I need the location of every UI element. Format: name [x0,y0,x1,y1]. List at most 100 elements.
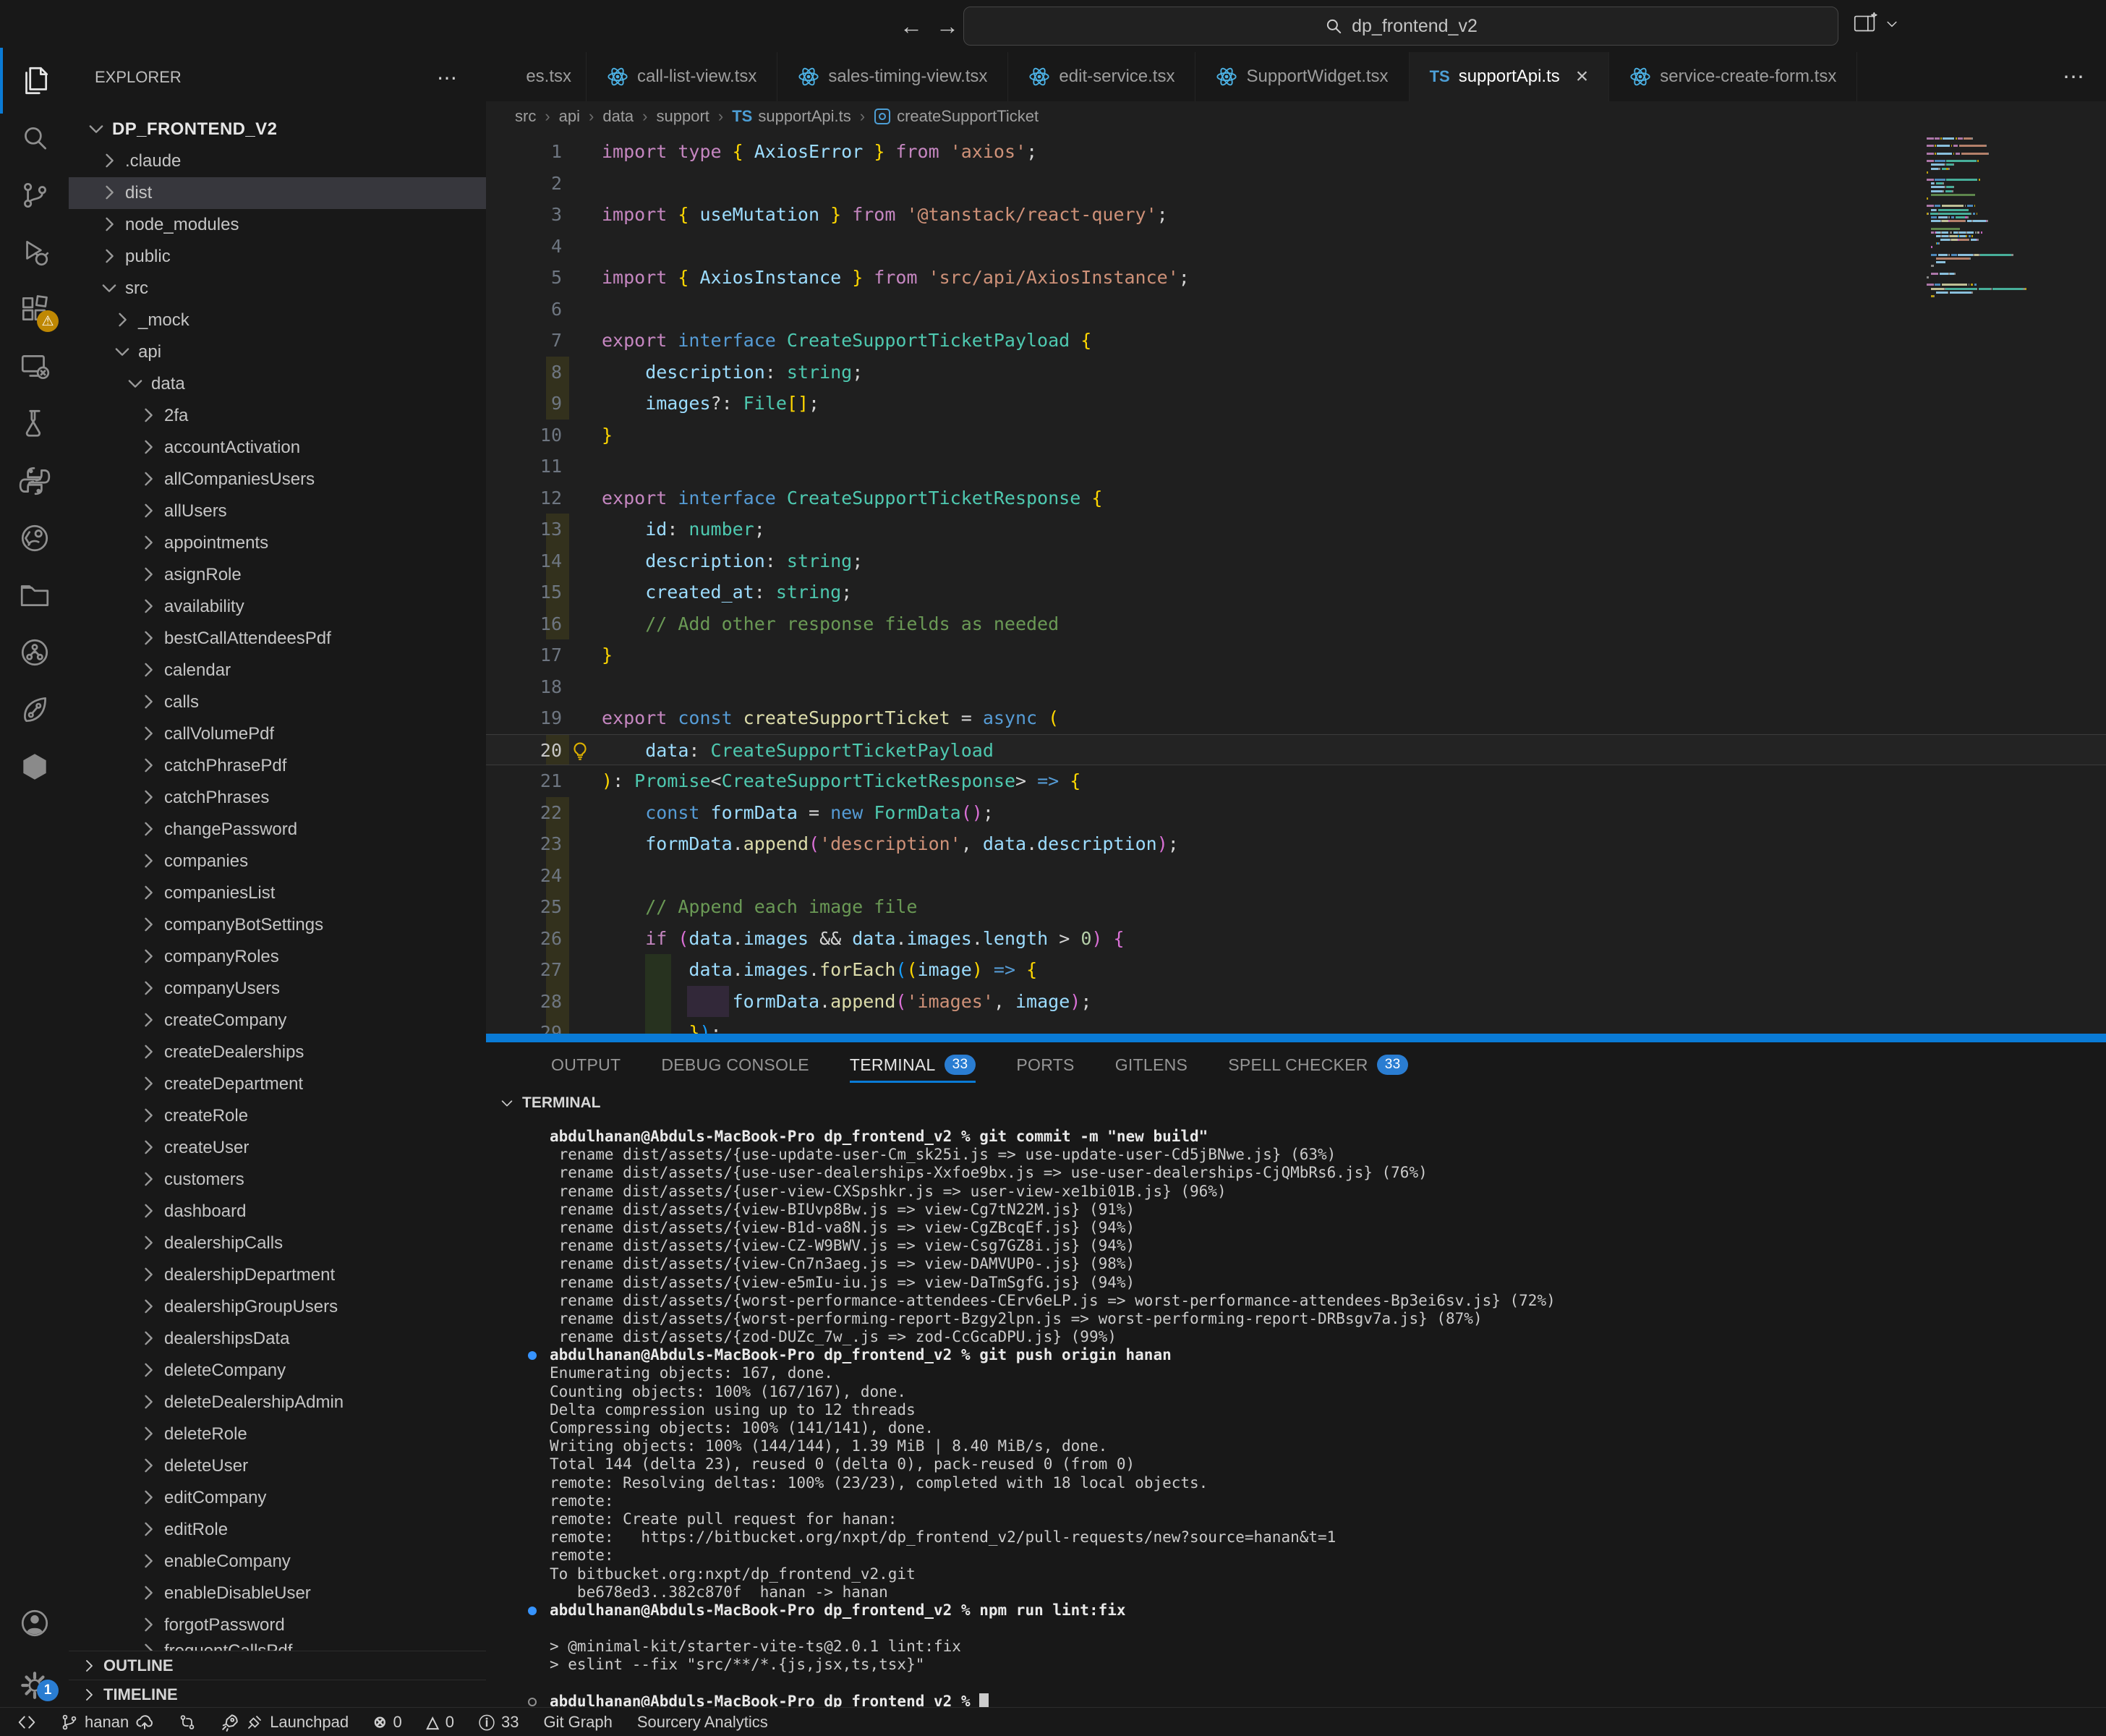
tree-item-asignRole[interactable]: asignRole [69,559,486,591]
command-decoration-dot[interactable] [528,1698,537,1706]
tree-item-companyUsers[interactable]: companyUsers [69,973,486,1005]
testing-icon[interactable] [0,395,69,452]
tree-item-createRole[interactable]: createRole [69,1100,486,1132]
tree-item-companyBotSettings[interactable]: companyBotSettings [69,909,486,941]
tree-item-createDepartment[interactable]: createDepartment [69,1068,486,1100]
breadcrumb-item-createSupportTicket[interactable]: createSupportTicket [874,107,1039,126]
tree-item-api[interactable]: api [69,336,486,368]
tree-item-.claude[interactable]: .claude [69,145,486,177]
breadcrumb-item-supportApi.ts[interactable]: TSsupportApi.ts [732,107,851,126]
breadcrumb-item-api[interactable]: api [559,107,580,126]
panel-tab-terminal[interactable]: TERMINAL33 [850,1042,976,1087]
command-center-search[interactable]: dp_frontend_v2 [963,7,1838,46]
tree-item-dealershipCalls[interactable]: dealershipCalls [69,1227,486,1259]
nav-forward-button[interactable]: → [932,10,963,42]
tree-item-deleteRole[interactable]: deleteRole [69,1418,486,1450]
status-launchpad[interactable]: Launchpad [221,1713,349,1732]
panel-resize-sash[interactable] [486,1034,2106,1042]
status-sourcery-analytics[interactable]: Sourcery Analytics [637,1713,768,1732]
extensions-icon[interactable]: ⚠ [0,281,69,338]
tree-item-dealershipDepartment[interactable]: dealershipDepartment [69,1259,486,1291]
tree-item-editCompany[interactable]: editCompany [69,1482,486,1514]
terminal-section-header[interactable]: TERMINAL [486,1087,2106,1119]
tree-item-createUser[interactable]: createUser [69,1132,486,1164]
repo-icon[interactable] [0,624,69,681]
python-icon[interactable] [0,452,69,509]
tree-item-forgotPassword[interactable]: forgotPassword [69,1609,486,1641]
explorer-more-actions-button[interactable]: ⋯ [437,66,457,90]
run-debug-icon[interactable] [0,224,69,281]
tree-item-dashboard[interactable]: dashboard [69,1196,486,1227]
tree-item-deleteDealershipAdmin[interactable]: deleteDealershipAdmin [69,1387,486,1418]
tree-item-catchPhrasePdf[interactable]: catchPhrasePdf [69,750,486,782]
tree-item-dealershipGroupUsers[interactable]: dealershipGroupUsers [69,1291,486,1323]
search-icon[interactable] [0,109,69,166]
tree-item-data[interactable]: data [69,368,486,400]
panel-tab-output[interactable]: OUTPUT [551,1042,621,1087]
tab-call-list-view.tsx[interactable]: call-list-view.tsx [587,52,777,101]
tree-item-createDealerships[interactable]: createDealerships [69,1037,486,1068]
tree-item-dealershipsData[interactable]: dealershipsData [69,1323,486,1355]
nav-back-button[interactable]: ← [895,10,927,42]
panel-tab-spell-checker[interactable]: SPELL CHECKER33 [1228,1042,1408,1087]
status-git-graph[interactable]: Git Graph [543,1713,612,1732]
status-problems-warnings[interactable]: △0 [427,1713,454,1732]
tree-item-callVolumePdf[interactable]: callVolumePdf [69,718,486,750]
tree-item-frequentCallsPdf[interactable]: frequentCallsPdf [69,1641,486,1651]
settings-gear-icon[interactable]: 1 [0,1664,69,1707]
breadcrumb-item-support[interactable]: support [657,107,709,126]
gitlens-icon[interactable] [0,681,69,738]
status-git-branch[interactable]: hanan [61,1713,154,1732]
accounts-icon[interactable] [0,1601,69,1645]
timeline-section-header[interactable]: TIMELINE [69,1680,486,1709]
terminal-output[interactable]: abdulhanan@Abduls-MacBook-Pro dp_fronten… [486,1119,2106,1707]
tab-edit-service.tsx[interactable]: edit-service.tsx [1008,52,1195,101]
tree-item-accountActivation[interactable]: accountActivation [69,432,486,464]
code-editor[interactable]: 1import type { AxiosError } from 'axios'… [486,132,2106,1034]
tree-item-catchPhrases[interactable]: catchPhrases [69,782,486,814]
panel-tab-debug-console[interactable]: DEBUG CONSOLE [661,1042,809,1087]
tree-item-companiesList[interactable]: companiesList [69,877,486,909]
remote-explorer-icon[interactable] [0,338,69,395]
panel-tab-ports[interactable]: PORTS [1016,1042,1074,1087]
tab-sales-timing-view.tsx[interactable]: sales-timing-view.tsx [777,52,1008,101]
source-control-icon[interactable] [0,166,69,224]
explorer-icon[interactable] [0,52,69,109]
tree-item-deleteCompany[interactable]: deleteCompany [69,1355,486,1387]
tree-item-companies[interactable]: companies [69,846,486,877]
tree-item-2fa[interactable]: 2fa [69,400,486,432]
project-manager-icon[interactable] [0,566,69,624]
tree-item-calendar[interactable]: calendar [69,655,486,686]
tree-item-dist[interactable]: dist [69,177,486,209]
command-decoration-dot[interactable] [528,1607,537,1615]
tree-item-appointments[interactable]: appointments [69,527,486,559]
outline-section-header[interactable]: OUTLINE [69,1651,486,1680]
breadcrumb-item-data[interactable]: data [602,107,634,126]
layout-toggle-button[interactable] [1851,10,1899,38]
close-icon[interactable]: × [1576,64,1589,89]
breadcrumb-item-src[interactable]: src [515,107,536,126]
tree-item-calls[interactable]: calls [69,686,486,718]
minimap[interactable] [1927,137,2054,299]
tree-item-allUsers[interactable]: allUsers [69,495,486,527]
tree-item-allCompaniesUsers[interactable]: allCompaniesUsers [69,464,486,495]
status-problems-errors[interactable]: ⊗0 [373,1713,402,1732]
tree-item-bestCallAttendeesPdf[interactable]: bestCallAttendeesPdf [69,623,486,655]
tree-item-enableDisableUser[interactable]: enableDisableUser [69,1578,486,1609]
package-icon[interactable] [0,738,69,795]
tree-item-changePassword[interactable]: changePassword [69,814,486,846]
tab-supportApi.ts[interactable]: TSsupportApi.ts× [1410,52,1610,101]
lightbulb-icon[interactable] [570,741,590,761]
tab-es.tsx[interactable]: es.tsx [486,52,587,101]
status-problems-info[interactable]: ⓘ33 [479,1711,519,1734]
tree-item-node_modules[interactable]: node_modules [69,209,486,241]
tree-item-companyRoles[interactable]: companyRoles [69,941,486,973]
tabs-overflow-button[interactable]: ⋯ [2063,52,2106,101]
tree-item-src[interactable]: src [69,273,486,305]
tree-item-deleteUser[interactable]: deleteUser [69,1450,486,1482]
tree-item-enableCompany[interactable]: enableCompany [69,1546,486,1578]
panel-tab-gitlens[interactable]: GITLENS [1115,1042,1188,1087]
tree-item-createCompany[interactable]: createCompany [69,1005,486,1037]
tree-item-_mock[interactable]: _mock [69,305,486,336]
tree-item-customers[interactable]: customers [69,1164,486,1196]
